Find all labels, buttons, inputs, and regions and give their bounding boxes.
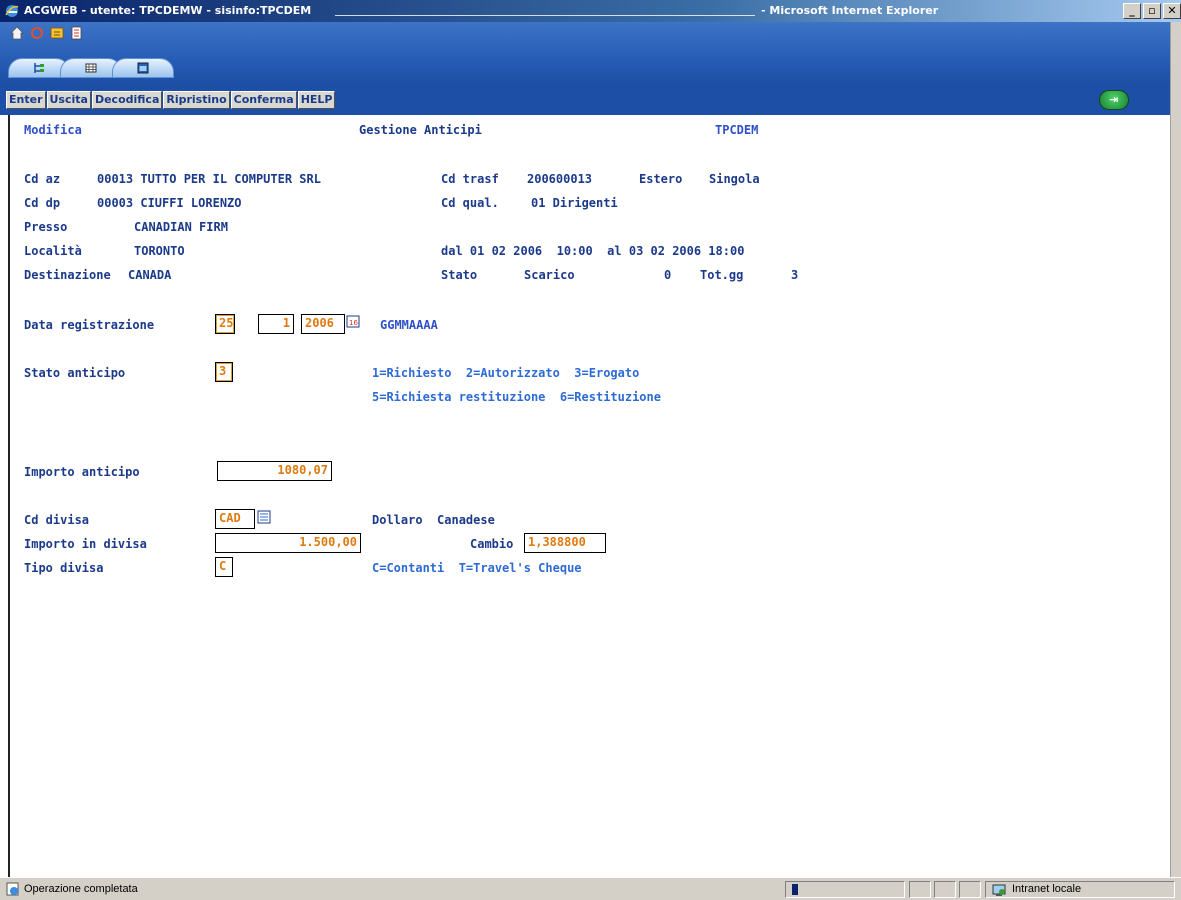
date-format-hint: GGMMAAAA <box>380 318 438 332</box>
presso-label: Presso <box>24 220 68 234</box>
stato-anticipo-label: Stato anticipo <box>24 366 126 380</box>
importo-divisa-label: Importo in divisa <box>24 537 147 551</box>
tree-view-icon <box>34 63 44 73</box>
app-icon-row <box>10 26 84 40</box>
status-panel-2 <box>909 881 931 898</box>
function-key-bar: Enter Uscita Decodifica Ripristino Confe… <box>0 85 1170 115</box>
singola-label: Singola <box>709 172 760 186</box>
main-form: Modifica Gestione Anticipi TPCDEM Cd az … <box>8 115 1168 877</box>
tipo-divisa-options: C=Contanti T=Travel's Cheque <box>372 561 582 575</box>
favorites-icon[interactable] <box>50 26 64 40</box>
function-key-list: Enter Uscita Decodifica Ripristino Confe… <box>6 91 336 109</box>
stato-options-line2: 5=Richiesta restituzione 6=Restituzione <box>372 390 661 404</box>
page-title: Gestione Anticipi <box>359 123 482 137</box>
divisa-description: Dollaro Canadese <box>372 513 495 527</box>
help-button[interactable]: HELP <box>297 91 336 109</box>
importo-divisa-field[interactable]: 1.500,00 <box>215 533 361 553</box>
title-separator <box>335 15 755 16</box>
stato-label: Stato <box>441 268 478 282</box>
uscita-button[interactable]: Uscita <box>46 91 91 109</box>
cambio-field[interactable]: 1,388800 <box>524 533 606 553</box>
lookup-icon[interactable] <box>257 510 271 524</box>
destinazione-label: Destinazione <box>24 268 111 282</box>
decodifica-button[interactable]: Decodifica <box>91 91 163 109</box>
data-reg-day-field[interactable]: 25 <box>215 314 235 334</box>
tipo-divisa-field[interactable]: C <box>215 557 233 577</box>
internet-explorer-icon <box>5 5 19 17</box>
cd-trasf-label: Cd trasf <box>441 172 499 186</box>
window-view-icon <box>137 62 149 74</box>
scarico-value: 0 <box>664 268 672 282</box>
stato-anticipo-field[interactable]: 3 <box>215 362 233 382</box>
minimize-button[interactable]: _ <box>1123 3 1141 19</box>
window-title-bar: ACGWEB - utente: TPCDEMW - sisinfo:TPCDE… <box>0 0 1181 22</box>
tipo-divisa-label: Tipo divisa <box>24 561 104 575</box>
cd-divisa-field[interactable]: CAD <box>215 509 255 529</box>
cd-qual-value: 01 Dirigenti <box>531 196 618 210</box>
importo-anticipo-label: Importo anticipo <box>24 465 140 479</box>
data-reg-month-field[interactable]: 1 <box>258 314 294 334</box>
grid-view-icon <box>85 63 97 73</box>
home-icon[interactable] <box>10 26 24 40</box>
status-bar: Operazione completata Intranet locale <box>0 877 1181 900</box>
print-icon[interactable] <box>70 26 84 40</box>
ripristino-button[interactable]: Ripristino <box>163 91 230 109</box>
conferma-button[interactable]: Conferma <box>230 91 297 109</box>
importo-anticipo-field[interactable]: 1080,07 <box>217 461 332 481</box>
data-registrazione-label: Data registrazione <box>24 318 155 332</box>
view-tabs <box>8 58 174 78</box>
window-title: ACGWEB - utente: TPCDEMW - sisinfo:TPCDE… <box>24 4 312 17</box>
status-text: Operazione completata <box>24 883 138 895</box>
window-controls: _ ▫ ✕ <box>1123 3 1181 19</box>
stato-options-line1: 1=Richiesto 2=Autorizzato 3=Erogato <box>372 366 640 380</box>
destinazione-value: CANADA <box>128 268 172 282</box>
exit-icon[interactable]: ⇥ <box>1099 90 1129 110</box>
program-name: TPCDEM <box>715 123 759 137</box>
cd-divisa-label: Cd divisa <box>24 513 90 527</box>
tab-window-view[interactable] <box>112 58 174 78</box>
cd-dp-label: Cd dp <box>24 196 61 210</box>
page-done-icon <box>6 882 19 896</box>
estero-label: Estero <box>639 172 683 186</box>
mode-label: Modifica <box>24 123 82 137</box>
vertical-scrollbar[interactable] <box>1170 22 1181 877</box>
status-panel-3 <box>934 881 956 898</box>
app-toolbar <box>0 22 1181 85</box>
cd-az-label: Cd az <box>24 172 61 186</box>
cambio-label: Cambio <box>470 537 514 551</box>
enter-button[interactable]: Enter <box>6 91 46 109</box>
period-text: dal 01 02 2006 10:00 al 03 02 2006 18:00 <box>441 244 745 258</box>
totgg-label: Tot.gg <box>700 268 744 282</box>
intranet-zone-icon <box>992 884 1006 896</box>
scarico-label: Scarico <box>524 268 575 282</box>
close-button[interactable]: ✕ <box>1163 3 1181 19</box>
cd-qual-label: Cd qual. <box>441 196 499 210</box>
zone-text: Intranet locale <box>1012 883 1082 895</box>
presso-value: CANADIAN FIRM <box>134 220 228 234</box>
localita-label: Località <box>24 244 82 258</box>
data-reg-year-field[interactable]: 2006 <box>301 314 345 334</box>
cd-dp-value: 00003 CIUFFI LORENZO <box>97 196 242 210</box>
localita-value: TORONTO <box>134 244 185 258</box>
progress-block <box>792 884 798 895</box>
svg-text:16: 16 <box>349 319 358 327</box>
browser-name: - Microsoft Internet Explorer <box>761 4 939 17</box>
status-panel-4 <box>959 881 981 898</box>
status-progress-panel <box>785 881 905 898</box>
totgg-value: 3 <box>791 268 799 282</box>
cd-az-value: 00013 TUTTO PER IL COMPUTER SRL <box>97 172 321 186</box>
restore-button[interactable]: ▫ <box>1143 3 1161 19</box>
calendar-icon[interactable]: 16 <box>346 314 360 328</box>
refresh-icon[interactable] <box>30 26 44 40</box>
cd-trasf-value: 200600013 <box>527 172 593 186</box>
